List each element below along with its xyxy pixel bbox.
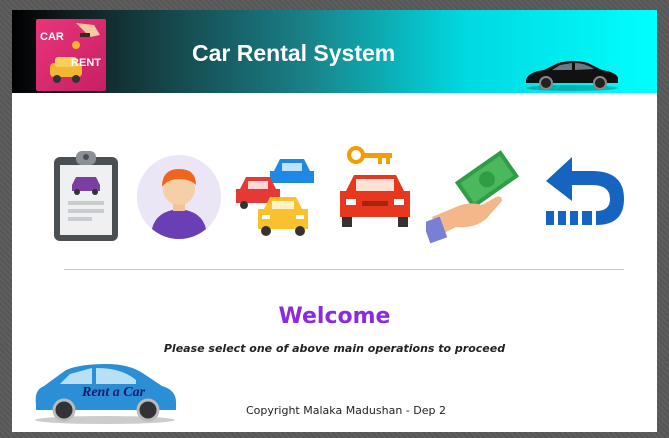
welcome-heading: Welcome	[278, 304, 391, 329]
payment-money-icon[interactable]	[426, 145, 520, 245]
header-banner: CAR RENT Car Rental System	[12, 10, 657, 93]
logo-text-rent: RENT	[71, 57, 101, 69]
car-rent-logo: CAR RENT	[36, 19, 106, 91]
rent-a-car-text: Rent a Car	[81, 385, 146, 400]
instruction-text: Please select one of above main operatio…	[163, 342, 506, 355]
copyright-text: Copyright Malaka Madushan - Dep 2	[246, 404, 446, 417]
customer-avatar-icon[interactable]	[134, 145, 224, 245]
rent-a-car-logo: Rent a Car	[35, 364, 176, 424]
main-window: CAR RENT Car Rental System Welcome Pleas…	[12, 10, 657, 432]
operations-row	[12, 145, 657, 245]
return-arrow-icon[interactable]	[540, 145, 630, 245]
car-key-icon[interactable]	[330, 145, 420, 245]
cars-fleet-icon[interactable]	[232, 145, 322, 245]
sports-car-icon	[526, 61, 618, 91]
divider	[64, 269, 624, 270]
clipboard-car-icon[interactable]	[42, 145, 132, 245]
app-title: Car Rental System	[192, 40, 396, 66]
